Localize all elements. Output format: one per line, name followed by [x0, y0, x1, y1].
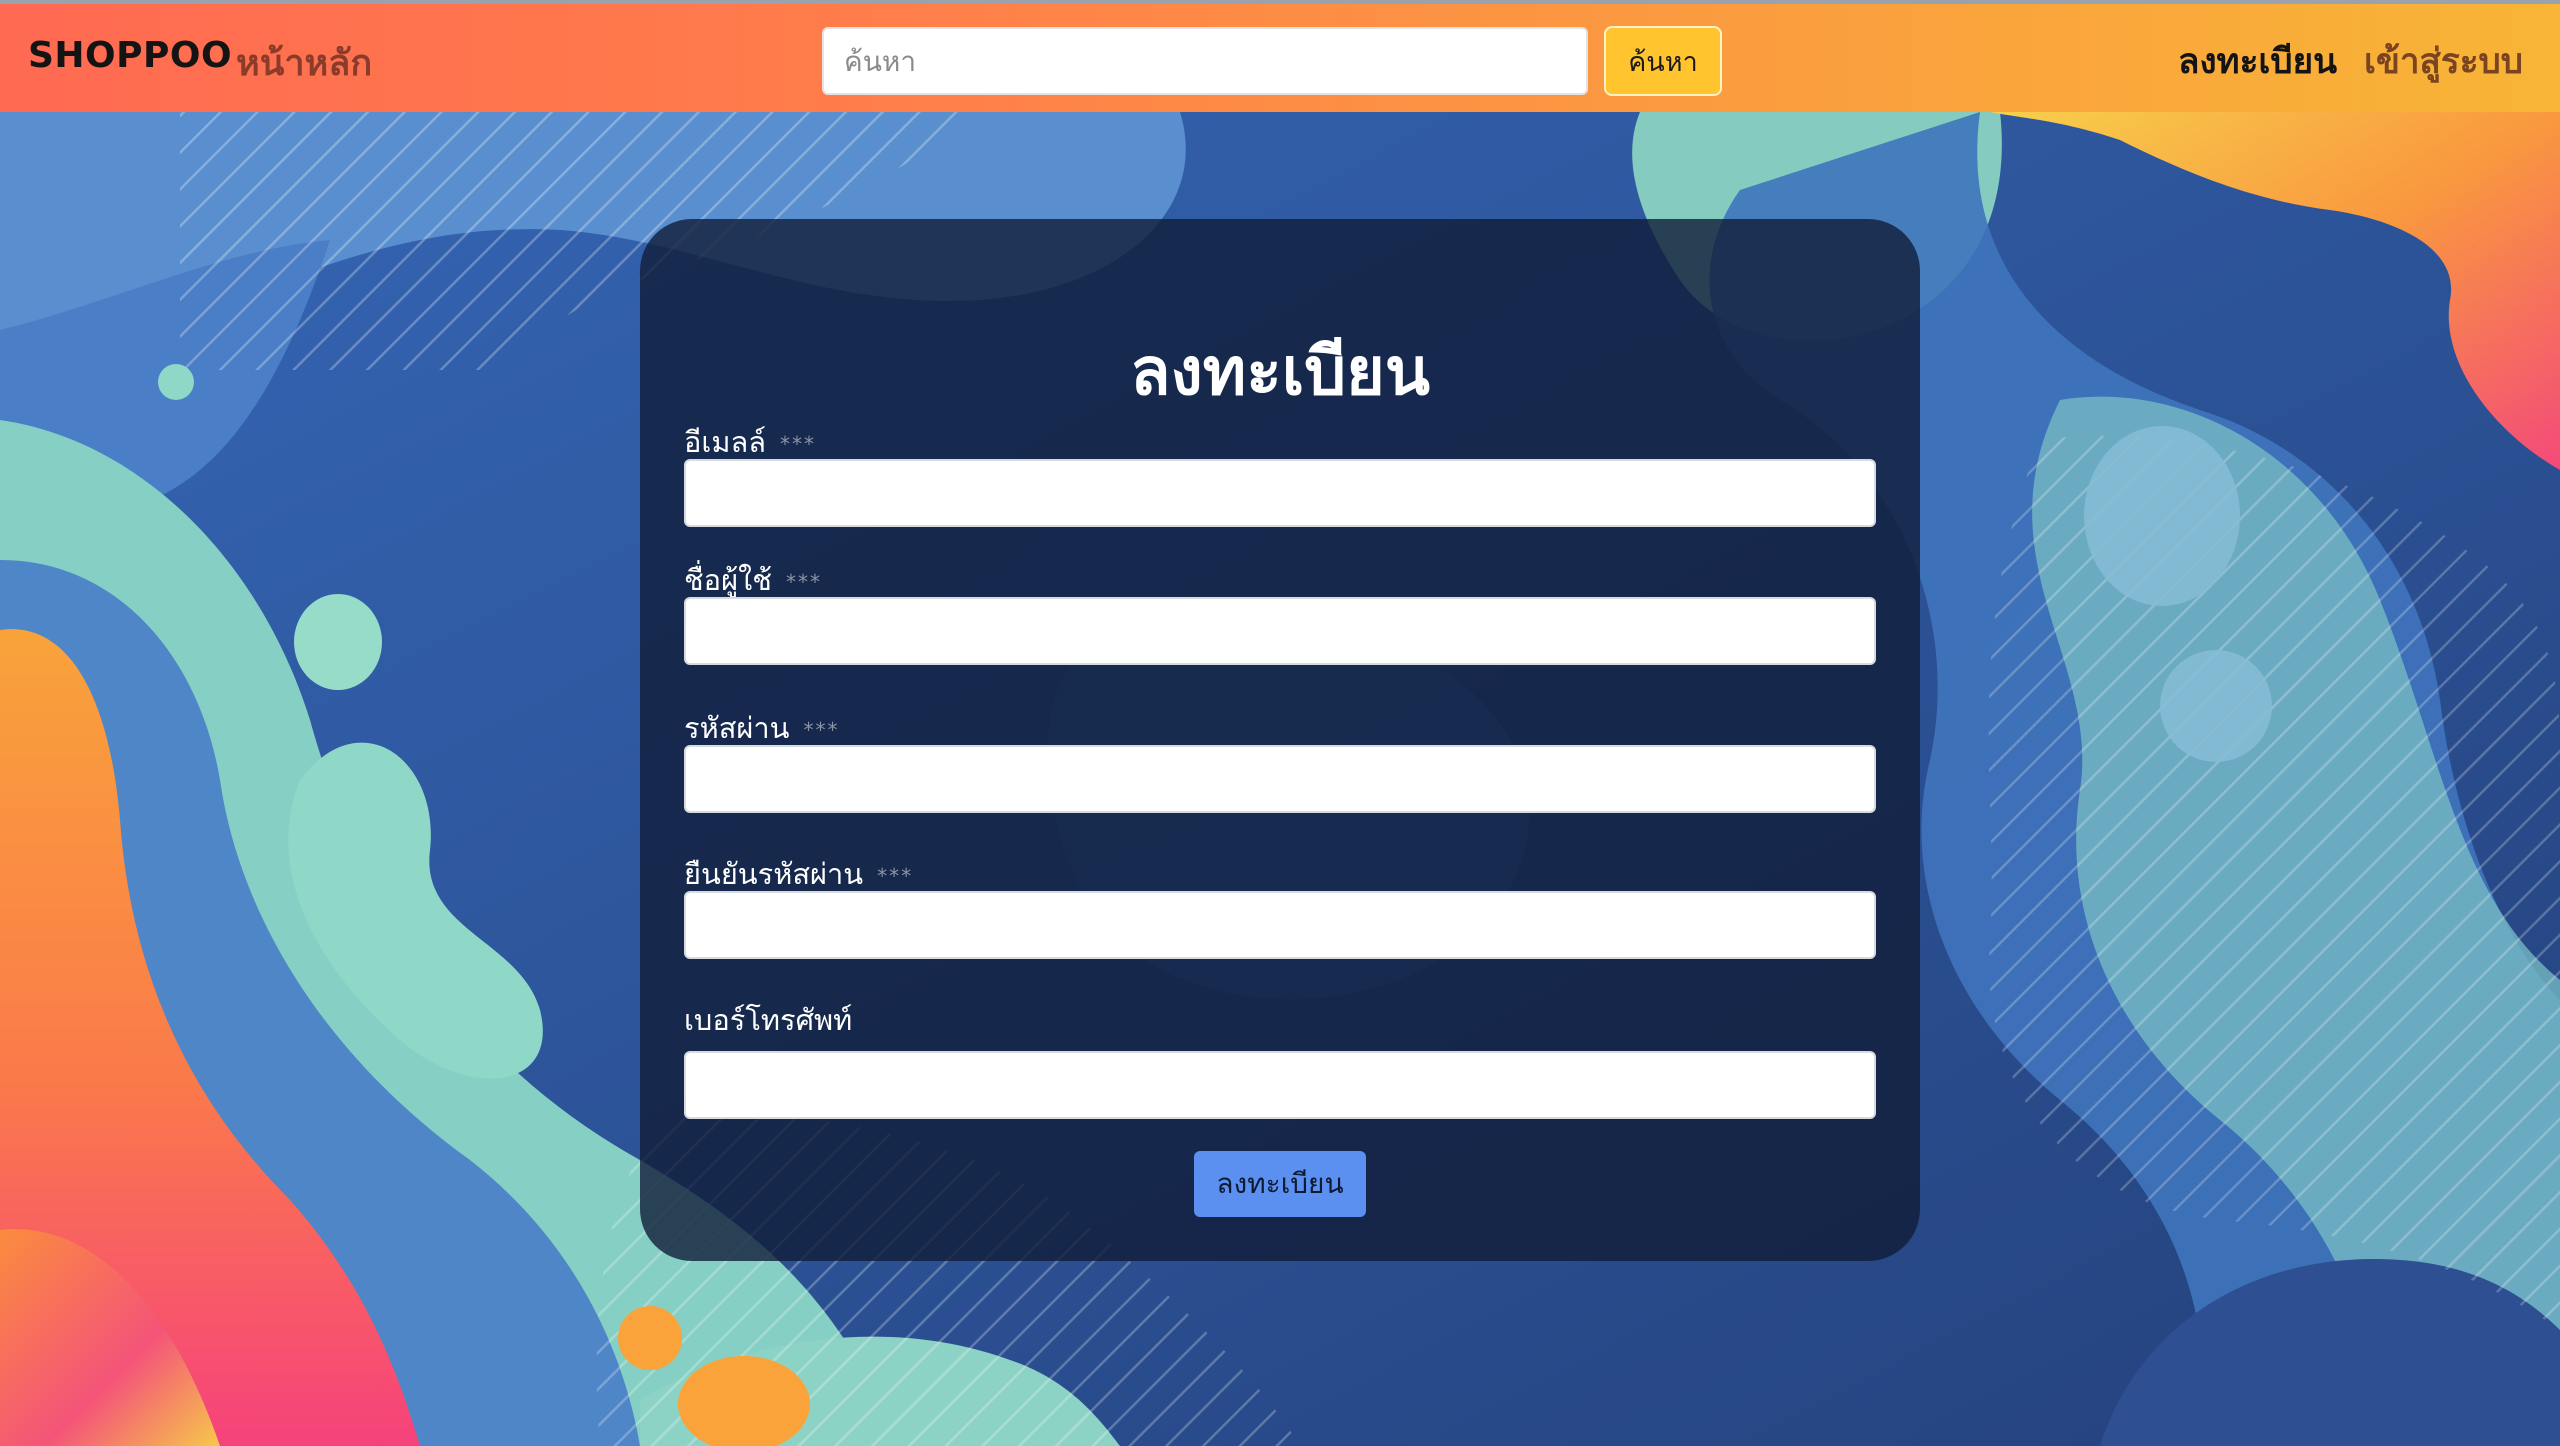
phone-field[interactable]: [684, 1051, 1876, 1119]
required-marker: ***: [785, 570, 822, 594]
circle-right-lower: [2160, 650, 2272, 762]
search-button[interactable]: ค้นหา: [1604, 26, 1722, 96]
register-form-card: ลงทะเบียน อีเมลล์ *** ชื่อผู้ใช้ *** รหัสผ…: [640, 219, 1920, 1261]
nav-home-link[interactable]: หน้าหลัก: [236, 34, 372, 91]
nav-login-link[interactable]: เข้าสู่ระบบ: [2364, 34, 2523, 89]
password-field[interactable]: [684, 745, 1876, 813]
phone-label: เบอร์โทรศัพท์: [684, 997, 852, 1043]
phone-label-text: เบอร์โทรศัพท์: [684, 1003, 853, 1037]
password-label-text: รหัสผ่าน: [684, 711, 790, 745]
dot-orange-bottom: [618, 1306, 682, 1370]
email-field[interactable]: [684, 459, 1876, 527]
required-marker: ***: [803, 718, 840, 742]
brand-logo-link[interactable]: SHOPPOO: [28, 35, 232, 76]
username-label-text: ชื่อผู้ใช้: [684, 563, 772, 597]
required-marker: ***: [780, 432, 816, 456]
search-input[interactable]: [822, 27, 1588, 95]
required-marker: ***: [877, 864, 914, 888]
circle-right-upper: [2084, 426, 2240, 606]
dot-teal-large-left: [294, 594, 382, 690]
email-label-text: อีเมลล์: [684, 425, 766, 459]
nav-register-link[interactable]: ลงทะเบียน: [2178, 34, 2337, 89]
confirm-password-field[interactable]: [684, 891, 1876, 959]
dot-teal-small: [158, 364, 194, 400]
username-field[interactable]: [684, 597, 1876, 665]
confirm-password-label-text: ยืนยันรหัสผ่าน: [684, 857, 864, 891]
form-title: ลงทะเบียน: [1130, 333, 1430, 410]
register-submit-button[interactable]: ลงทะเบียน: [1194, 1151, 1366, 1217]
top-navbar: SHOPPOO หน้าหลัก ค้นหา ลงทะเบียน เข้าสู่…: [0, 0, 2560, 112]
